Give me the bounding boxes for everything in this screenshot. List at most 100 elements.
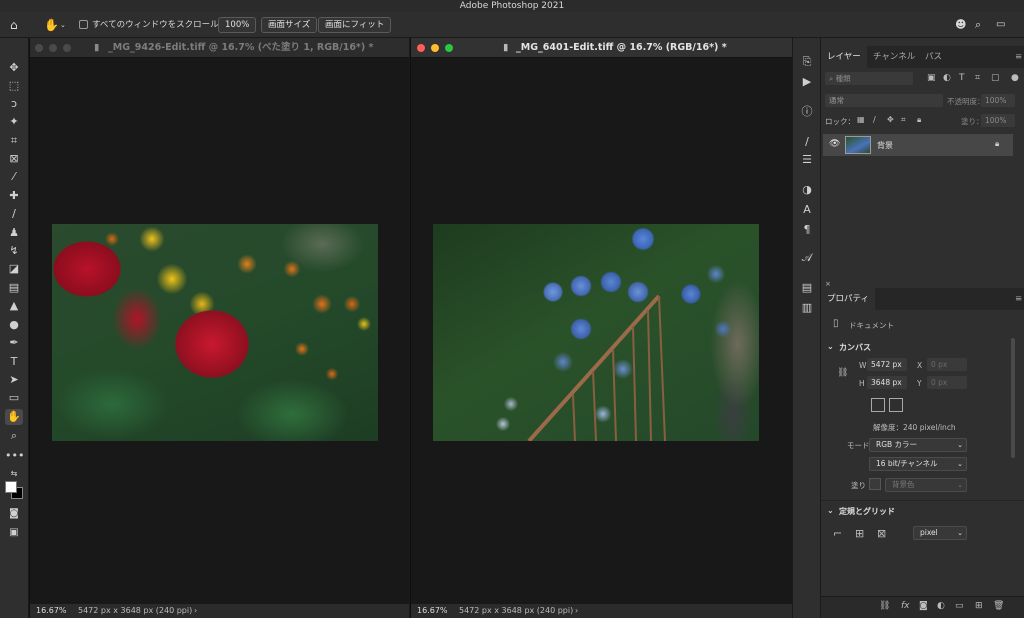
tab-paths[interactable]: パス [919, 46, 948, 68]
frame-tool-icon[interactable]: ⊠ [5, 151, 23, 167]
status-chevron-icon[interactable]: › [194, 604, 197, 618]
quick-mask-icon[interactable]: ◙ [5, 506, 23, 522]
height-field[interactable]: 3648 px [867, 376, 907, 389]
canvas-section-chevron-icon[interactable]: ⌄ [827, 342, 834, 351]
brush-tool-icon[interactable]: ∕ [5, 206, 23, 222]
x-field[interactable]: 0 px [927, 358, 967, 371]
doc-2-image[interactable] [433, 224, 759, 441]
screen-mode-icon[interactable]: ▣ [5, 525, 23, 541]
layer-row-background[interactable]: 👁︎ 背景 🔒︎ [823, 134, 1013, 156]
user-icon[interactable]: ☻ [955, 16, 966, 34]
minimize-dot[interactable] [431, 44, 439, 52]
adjustments-icon[interactable]: ☰ [798, 152, 816, 168]
tab-layers[interactable]: レイヤー [821, 46, 867, 68]
adjustment-layer-icon[interactable]: ◐ [937, 601, 945, 611]
close-dot[interactable] [35, 44, 43, 52]
notes-icon[interactable]: ▥ [798, 300, 816, 316]
foreground-color-swatch[interactable] [5, 481, 17, 493]
tool-preset-chevron-icon[interactable]: ⌄ [60, 16, 66, 34]
new-layer-icon[interactable]: ⊞ [975, 601, 983, 611]
glyphs-icon[interactable]: 𝒜 [798, 250, 816, 266]
info-icon[interactable]: ⓘ [798, 104, 816, 120]
workspace-icon[interactable]: ▭ [996, 16, 1005, 34]
eraser-icon[interactable]: ◪ [5, 261, 23, 277]
rectangle-tool-icon[interactable]: ▭ [5, 390, 23, 406]
bit-depth-select[interactable]: 16 bit/チャンネル ⌄ [869, 457, 967, 471]
color-icon[interactable]: ◑ [798, 182, 816, 198]
grid-icon[interactable]: ⊞ [855, 527, 864, 540]
fill-swatch[interactable] [869, 478, 881, 490]
character-icon[interactable]: A [798, 202, 816, 218]
doc-1-tabbar[interactable]: ▮ _MG_9426-Edit.tiff @ 16.7% (べた塗り 1, RG… [30, 38, 409, 58]
guides-icon[interactable]: ⊠ [877, 527, 886, 540]
path-selection-icon[interactable]: ➤ [5, 372, 23, 388]
search-icon[interactable]: ⌕ [975, 16, 981, 34]
fx-icon[interactable]: fx [901, 601, 910, 611]
unit-select[interactable]: pixel ⌄ [913, 526, 967, 540]
minimize-dot[interactable] [49, 44, 57, 52]
magic-wand-icon[interactable]: ✦ [5, 114, 23, 130]
fit-screen-button[interactable]: 画面サイズ [261, 17, 318, 33]
gradient-icon[interactable]: ▤ [5, 280, 23, 296]
lock-all-icon[interactable]: 🔒︎ [917, 115, 921, 125]
crop-tool-icon[interactable]: ⌗ [5, 133, 23, 149]
canvas-section-title[interactable]: カンバス [839, 342, 871, 353]
close-dot[interactable] [417, 44, 425, 52]
eyedropper-icon[interactable]: ⁄ [5, 169, 23, 185]
move-tool-icon[interactable]: ✥ [5, 60, 23, 76]
filter-toggle-icon[interactable]: ● [1011, 73, 1019, 83]
panel-menu-icon[interactable]: ≡ [1009, 46, 1024, 68]
dodge-tool-icon[interactable]: ● [5, 317, 23, 333]
home-icon[interactable]: ⌂ [10, 16, 18, 34]
marquee-tool-icon[interactable]: ⬚ [5, 78, 23, 94]
doc-1-image[interactable] [52, 224, 378, 441]
filter-adjust-icon[interactable]: ◐ [943, 73, 951, 83]
zoom-dot[interactable] [63, 44, 71, 52]
filter-type-icon[interactable]: T [959, 73, 965, 83]
eye-icon[interactable]: 👁︎ [829, 139, 840, 149]
fill-screen-button[interactable]: 画面にフィット [318, 17, 392, 33]
tab-channels[interactable]: チャンネル [867, 46, 921, 68]
panel-menu-icon[interactable]: ≡ [1009, 288, 1024, 310]
lasso-tool-icon[interactable]: ↄ [5, 96, 23, 112]
delete-icon[interactable]: 🗑︎ [993, 601, 1004, 611]
filter-pixel-icon[interactable]: ▣ [927, 73, 936, 83]
history-icon[interactable]: ⎘ [798, 54, 816, 70]
swap-colors-icon[interactable]: ⇆ [5, 466, 23, 482]
blend-mode-select[interactable]: 通常 [825, 94, 943, 107]
landscape-icon[interactable] [889, 398, 903, 412]
pen-tool-icon[interactable]: ✒ [5, 335, 23, 351]
ruler-icon[interactable]: ⌐ [833, 527, 842, 540]
lock-pixels-icon[interactable]: ∕ [873, 115, 876, 124]
doc-1-zoom[interactable]: 16.67% [36, 604, 67, 618]
rulers-section-chevron-icon[interactable]: ⌄ [827, 506, 834, 515]
fill-field[interactable]: 100% [981, 114, 1015, 127]
hand-tool-icon[interactable]: ✋ [5, 409, 23, 425]
opacity-field[interactable]: 100% [981, 94, 1015, 107]
more-tools-icon[interactable]: ••• [5, 448, 24, 464]
layer-name[interactable]: 背景 [877, 140, 893, 151]
paragraph-icon[interactable]: ¶ [798, 222, 816, 238]
link-layers-icon[interactable]: ⛓︎ [879, 601, 890, 611]
rulers-section-title[interactable]: 定規とグリッド [839, 506, 895, 517]
lock-artboard-icon[interactable]: ⌗ [901, 115, 906, 125]
lock-position-icon[interactable]: ✥ [887, 115, 894, 124]
brush-settings-icon[interactable]: ∕ [798, 134, 816, 150]
clone-stamp-icon[interactable]: ♟ [5, 225, 23, 241]
mode-select[interactable]: RGB カラー ⌄ [869, 438, 967, 452]
width-field[interactable]: 5472 px [867, 358, 907, 371]
tab-properties[interactable]: プロパティ [821, 288, 875, 310]
filter-shape-icon[interactable]: ⌗ [975, 73, 980, 83]
healing-brush-icon[interactable]: ✚ [5, 188, 23, 204]
scroll-all-checkbox[interactable] [79, 20, 88, 29]
y-field[interactable]: 0 px [927, 376, 967, 389]
link-icon[interactable]: ⛓︎ [837, 368, 848, 378]
doc-2-tabbar[interactable]: ▮ _MG_6401-Edit.tiff @ 16.7% (RGB/16*) * [411, 38, 792, 58]
blur-tool-icon[interactable]: ▲ [5, 298, 23, 314]
add-mask-icon[interactable]: ◙ [919, 601, 928, 611]
actions-play-icon[interactable]: ▶ [798, 74, 816, 90]
history-brush-icon[interactable]: ↯ [5, 243, 23, 259]
collapse-icon[interactable]: × [825, 280, 831, 288]
new-group-icon[interactable]: ▭ [955, 601, 964, 611]
zoom-dot[interactable] [445, 44, 453, 52]
